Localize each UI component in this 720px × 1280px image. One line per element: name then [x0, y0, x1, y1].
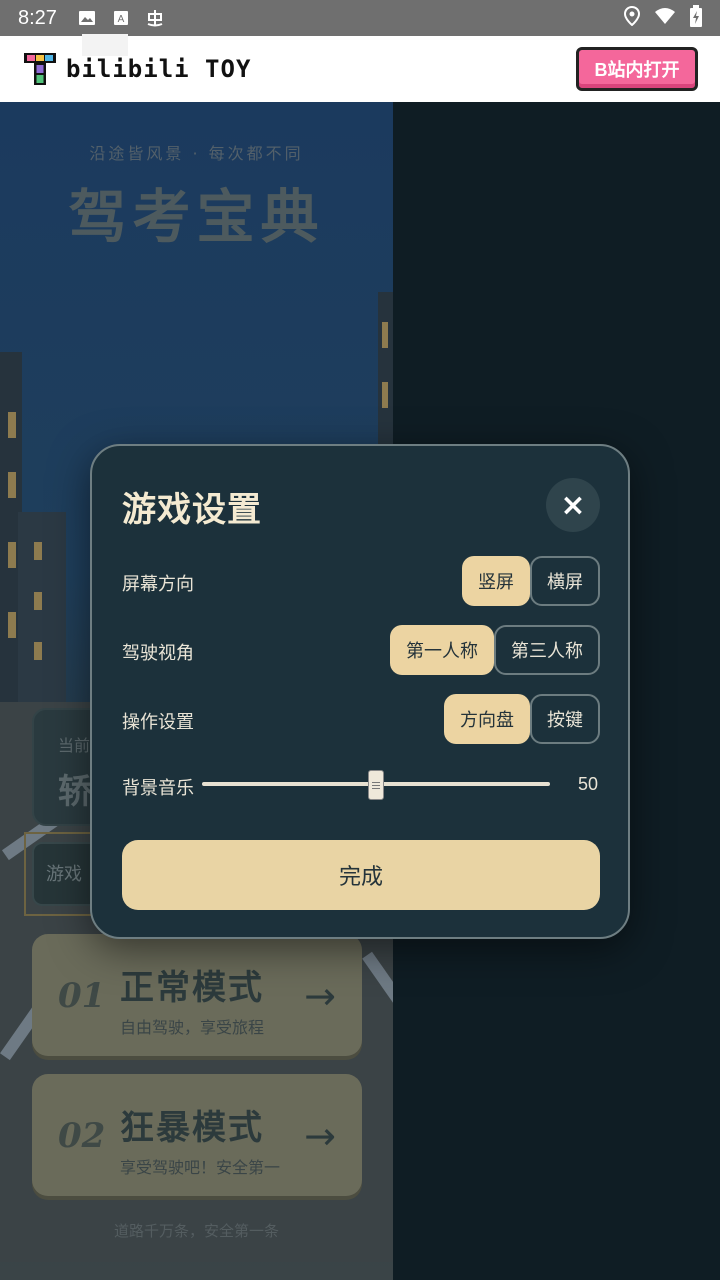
slider-handle[interactable]	[368, 770, 384, 800]
svg-text:A: A	[118, 14, 125, 25]
text-a-icon: A	[111, 8, 131, 28]
battery-icon	[690, 5, 702, 31]
mode-description: 享受驾驶吧！安全第一	[120, 1158, 281, 1177]
option-portrait[interactable]: 竖屏	[462, 556, 530, 606]
arrow-right-icon: →	[304, 974, 336, 1018]
bilibili-toy-logo[interactable]: bilibili TOY	[22, 51, 251, 87]
building-window	[382, 322, 388, 348]
safety-slogan: 道路千万条，安全第一条	[113, 1222, 279, 1240]
control-setting-label: 操作设置	[122, 712, 194, 733]
building-window	[34, 592, 42, 610]
mode-card-normal[interactable]: 01 正常模式 自由驾驶，享受旅程 →	[32, 934, 362, 1056]
background-music-label: 背景音乐	[122, 778, 194, 799]
screen-orientation-label: 屏幕方向	[122, 574, 194, 595]
chinese-char-icon	[145, 8, 165, 28]
game-subtitle: 沿途皆风景 · 每次都不同	[89, 144, 304, 163]
status-bar: 8:27 A	[0, 0, 720, 36]
current-label: 当前	[58, 736, 91, 755]
game-title: 驾考宝典	[68, 183, 325, 251]
option-landscape[interactable]: 横屏	[530, 556, 600, 606]
close-button[interactable]: ×	[546, 478, 600, 532]
building-window	[8, 472, 16, 498]
building-window	[8, 542, 16, 568]
building-window	[8, 412, 16, 438]
building-window	[34, 642, 42, 660]
logo-mark-icon	[24, 53, 56, 85]
mode-number: 02	[58, 1116, 106, 1156]
mode-card-rage[interactable]: 02 狂暴模式 享受驾驶吧！安全第一 →	[32, 1074, 362, 1196]
option-first-person[interactable]: 第一人称	[390, 625, 494, 675]
dialog-title: 游戏设置	[122, 490, 262, 530]
building-window	[8, 612, 16, 638]
mode-description: 自由驾驶，享受旅程	[120, 1018, 265, 1037]
building-window	[382, 382, 388, 408]
image-icon	[77, 8, 97, 28]
arrow-right-icon: →	[304, 1114, 336, 1158]
option-third-person[interactable]: 第三人称	[494, 625, 600, 675]
option-buttons[interactable]: 按键	[530, 694, 600, 744]
status-time: 8:27	[18, 6, 57, 29]
building-left-2	[18, 512, 66, 712]
driving-view-label: 驾驶视角	[122, 643, 194, 664]
location-icon	[623, 5, 641, 30]
option-steering-wheel[interactable]: 方向盘	[444, 694, 530, 744]
logo-text: bilibili TOY	[66, 55, 252, 83]
tab-indicator	[82, 34, 128, 56]
current-car-name: 轿	[58, 772, 92, 812]
close-icon: ×	[560, 487, 586, 523]
building-window	[34, 542, 42, 560]
mode-number: 01	[58, 976, 106, 1016]
music-volume-value: 50	[578, 774, 599, 794]
open-in-bilibili-button[interactable]: B站内打开	[576, 47, 698, 91]
done-button[interactable]: 完成	[122, 840, 600, 910]
game-settings-dialog: 游戏设置 × 屏幕方向 竖屏 横屏 驾驶视角 第一人称 第三人称 操作设置 方向…	[90, 444, 630, 939]
wifi-icon	[654, 7, 676, 29]
mode-title: 狂暴模式	[120, 1108, 264, 1148]
game-settings-label: 游戏	[46, 864, 82, 885]
mode-title: 正常模式	[120, 968, 264, 1008]
